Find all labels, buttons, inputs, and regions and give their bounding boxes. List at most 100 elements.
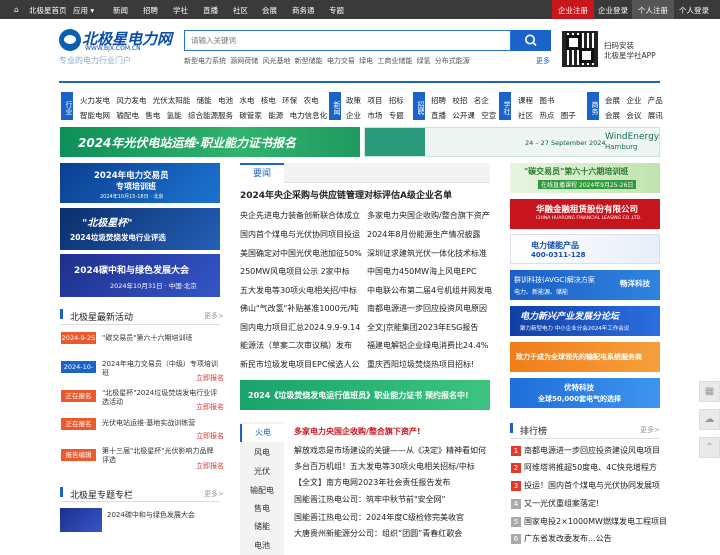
right-banner-avgc[interactable]: 群训科技(AVGC)解决方案 电力、新能源、储能 畅洋科技 xyxy=(510,270,660,300)
ranking-more[interactable]: 更多> xyxy=(640,425,660,435)
personal-register-button[interactable]: 个人注册 xyxy=(632,0,674,19)
yaowen-right-1[interactable]: 2024年8月份能源生产情况披露 xyxy=(367,229,480,240)
topnav-topics[interactable]: 专题 xyxy=(329,5,344,16)
yaowen-left-3[interactable]: 250MW风电项目公示 2家中标 xyxy=(240,266,350,277)
category-school-row2[interactable]: 社区 热点 圈子 xyxy=(518,110,576,121)
columns-more[interactable]: 更多> xyxy=(204,489,224,499)
category-industry-row1[interactable]: 火力发电 风力发电 光伏太阳能 储能 电池 水电 核电 环保 农电 xyxy=(80,95,319,106)
yaowen-right-7[interactable]: 福建电解铝企业绿电消费比24.4% xyxy=(367,340,488,351)
right-banner-youte[interactable]: 优特科技 全球50,000套电气的选择 xyxy=(510,378,660,408)
register-now-link[interactable]: 立即报名 xyxy=(196,402,224,412)
yaowen-right-6[interactable]: 全文|京能集团2023年ESG报告 xyxy=(367,322,478,333)
rank-item[interactable]: 阿维塔将推超50度电、4C快充增程方 xyxy=(524,462,657,473)
topnav-home[interactable]: 北极星首页 xyxy=(29,5,67,16)
yaowen-left-6[interactable]: 国内电力项目汇总2024.9.9-9.14 xyxy=(240,322,360,333)
yaowen-left-8[interactable]: 新民市垃圾发电项目EPC候选人公 xyxy=(240,359,359,370)
yaowen-right-4[interactable]: 中电联公布第二届4号机组并网发电 xyxy=(367,285,492,296)
energy-news-item[interactable]: 国能晋江热电公司：筑牢中秋节前"安全网" xyxy=(294,494,445,505)
column-item[interactable]: 2024碳中和与绿色发展大会 xyxy=(107,511,195,520)
tab-thermal[interactable]: 火电 xyxy=(240,424,284,442)
pv-ops-banner[interactable]: 2024年光伏电站运维·职业能力证书报名 xyxy=(60,127,360,157)
search-button[interactable] xyxy=(511,30,551,51)
left-banner-carbon[interactable]: 2024碳中和与绿色发展大会 2024年10月31日 · 中国·北京 xyxy=(60,254,220,297)
tab-wind[interactable]: 风电 xyxy=(240,444,284,462)
topnav-apps[interactable]: 应用 ▾ xyxy=(73,5,94,16)
register-now-link[interactable]: 立即报名 xyxy=(196,431,224,441)
column-thumb[interactable] xyxy=(60,508,102,532)
waste-cert-banner[interactable]: 2024《垃圾焚烧发电运行值班员》职业能力证书 预约报名中! xyxy=(240,380,490,410)
rank-item[interactable]: 投运！国内首个煤电与光伏协同发展项 xyxy=(524,480,660,491)
energy-news-item[interactable]: 国能晋江热电公司：2024年度C级检修完美收官 xyxy=(294,512,464,523)
rank-item[interactable]: 国家电投2×1000MW燃煤发电工程项目 xyxy=(524,516,667,527)
tab-pv[interactable]: 光伏 xyxy=(240,463,284,481)
energy-news-item[interactable]: 【全文】南方电网2023年社会责任报告发布 xyxy=(294,477,450,488)
tab-storage[interactable]: 储能 xyxy=(240,518,284,536)
search-input[interactable] xyxy=(185,31,510,50)
yaowen-left-2[interactable]: 美国确定对中国光伏电池加征50% xyxy=(240,248,362,259)
tab-grid[interactable]: 输配电 xyxy=(240,482,284,500)
energy-news-item[interactable]: 解放戏恋是市场建设的关键——从《决定》精神看如何 xyxy=(294,445,486,456)
register-now-link[interactable]: 立即报名 xyxy=(196,461,224,471)
category-industry-row2[interactable]: 智能电网 输配电 售电 氢能 综合能源服务 碳管家 能源 电力信息化 xyxy=(80,110,327,121)
search-box xyxy=(184,30,511,51)
right-banner-storage[interactable]: 电力储能产品 400-0311-128 xyxy=(510,234,660,264)
activities-more[interactable]: 更多> xyxy=(204,311,224,321)
rank-item[interactable]: 南都电源进一步回应投资建设风电项目 xyxy=(524,445,660,456)
yaowen-right-5[interactable]: 南都电源进一步回应投资风电原因 xyxy=(367,303,487,314)
yaowen-headline[interactable]: 2024年央企采购与供应链管理对标评估A级企业名单 xyxy=(240,188,452,201)
yaowen-left-0[interactable]: 央企先进电力装备创新联合体成立 xyxy=(240,210,360,221)
personal-login-button[interactable]: 个人登录 xyxy=(673,0,715,19)
category-jobs-row1[interactable]: 招聘 校招 名企 xyxy=(431,95,489,106)
tab-retail[interactable]: 售电 xyxy=(240,500,284,518)
rank-item[interactable]: 又一光伏重组案落定! xyxy=(524,498,599,509)
windenergy-banner[interactable]: WindEnergy Hamburg 24 – 27 September 202… xyxy=(364,127,660,157)
left-banner-trader[interactable]: 2024年电力交易员 专项培训班 2024年10月15-18日 · 北京 xyxy=(60,163,220,203)
topnav-business[interactable]: 商务通 xyxy=(292,5,315,16)
topnav-expo[interactable]: 会展 xyxy=(262,5,277,16)
hot-more-link[interactable]: 更多 xyxy=(536,56,550,66)
chat-icon[interactable]: ☁ xyxy=(699,409,720,430)
category-biz-row1[interactable]: 会展 企业 产品 xyxy=(605,95,663,106)
yaowen-left-4[interactable]: 五大发电等30项火电相关招/中标 xyxy=(240,285,357,296)
topnav-school[interactable]: 学社 xyxy=(173,5,188,16)
topnav-community[interactable]: 社区 xyxy=(233,5,248,16)
enterprise-register-button[interactable]: 企业注册 xyxy=(552,0,594,19)
register-now-link[interactable]: 立即报名 xyxy=(196,373,224,383)
category-news-row1[interactable]: 政策 项目 招标 xyxy=(346,95,404,106)
activity-item[interactable]: "碳交易员"第六十六期培训班 xyxy=(102,334,218,343)
topnav-news[interactable]: 新闻 xyxy=(113,5,128,16)
logo-icon[interactable] xyxy=(59,29,81,51)
energy-headline[interactable]: 多家电力央国企收购/整合旗下资产! xyxy=(294,426,421,437)
windenergy-city: Hamburg xyxy=(605,143,638,151)
category-jobs-row2[interactable]: 直播 公开课 空宣 xyxy=(431,110,496,121)
app-grid-icon[interactable]: ▦ xyxy=(699,381,720,402)
activity-item[interactable]: 光伏电站运维·基地实战训练营 xyxy=(102,419,218,428)
yaowen-left-7[interactable]: 能源法（草案二次审议稿）发布 xyxy=(240,340,352,351)
yaowen-right-8[interactable]: 重庆西阳垃圾焚烧热项目招标! xyxy=(367,359,474,370)
energy-news-item[interactable]: 大唐贵州新能源分公司：组织“团圆”青春红歌会 xyxy=(294,528,462,539)
hot-keywords[interactable]: 新型电力系统 源网荷储 风光基地 新型储能 电力交易 绿电 工商业储能 绿氢 分… xyxy=(184,56,470,66)
back-to-top-icon[interactable]: ⌃ xyxy=(699,437,720,458)
enterprise-login-button[interactable]: 企业登录 xyxy=(592,0,634,19)
category-biz-row2[interactable]: 会展 会议 展讯 xyxy=(605,110,663,121)
energy-news-item[interactable]: 多台百万机组！五大发电等30项火电相关招标/中标 xyxy=(294,461,475,472)
yaowen-right-2[interactable]: 深圳证求建筑光伏一体化技术标准 xyxy=(367,248,487,259)
left-banner-cup[interactable]: "北极星杯" 2024垃圾焚烧发电行业评选 xyxy=(60,208,220,250)
activity-badge: 2024-10-15 xyxy=(61,361,96,383)
right-banner-forum[interactable]: 电力新兴产业发展分论坛 聚力新型电力 中小企业分会2024年工作会议 xyxy=(510,306,660,336)
category-school-row1[interactable]: 课程 图书 xyxy=(518,95,554,106)
topnav-live[interactable]: 直播 xyxy=(203,5,218,16)
tab-yaowen[interactable]: 要闻 xyxy=(240,163,284,183)
category-news-row2[interactable]: 企业 市场 专题 xyxy=(346,110,404,121)
ranking-marker xyxy=(510,423,513,433)
yaowen-right-0[interactable]: 多家电力央国企收购/整合旗下资产 xyxy=(367,210,490,221)
topnav-jobs[interactable]: 招聘 xyxy=(143,5,158,16)
right-banner-carbon-trader[interactable]: "碳交易员"第六十六期培训班 在线直播课程 2024年9月25-26日 xyxy=(510,163,660,193)
yaowen-left-5[interactable]: 佛山"气改氢"补贴基准1000元/吨 xyxy=(240,303,358,314)
right-banner-huarong[interactable]: 华融金融租赁股份有限公司 CHINA HUARONG FINANCIAL LEA… xyxy=(510,199,660,229)
rank-item[interactable]: 广东省发改委发布...公告 xyxy=(524,533,612,544)
yaowen-left-1[interactable]: 国内首个煤电与光伏协同项目投运 xyxy=(240,229,360,240)
home-icon[interactable]: ⌂ xyxy=(14,5,19,14)
right-banner-distribution[interactable]: 致力于成为全球领先的输配电系统服务商 xyxy=(510,342,660,372)
yaowen-right-3[interactable]: 中国电力450MW海上风电EPC xyxy=(367,266,477,277)
